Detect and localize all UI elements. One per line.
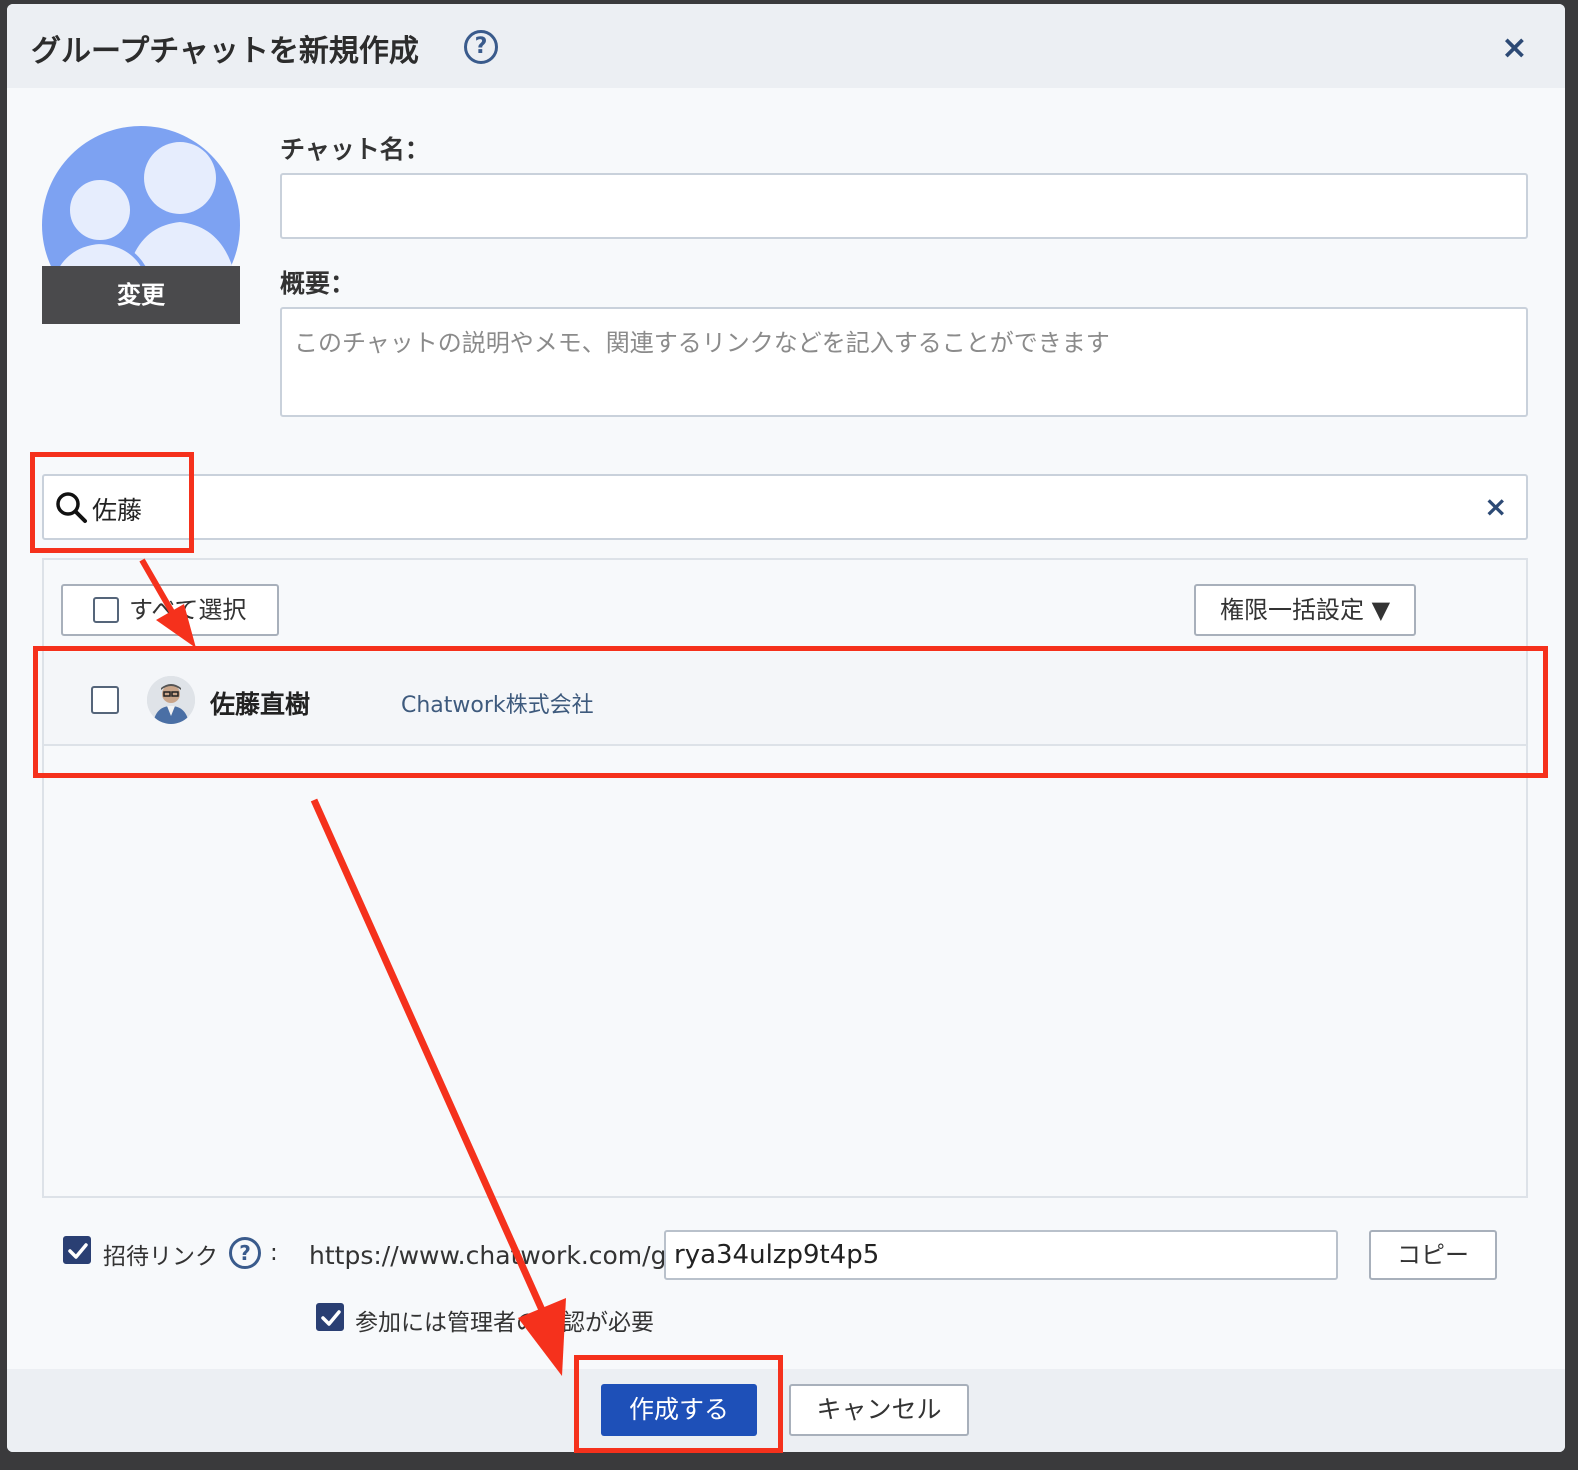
arrow-line-2 <box>310 798 546 1312</box>
arrow-line-1 <box>139 558 175 614</box>
arrowhead-2 <box>518 1298 566 1376</box>
annotation-arrows <box>139 558 566 1376</box>
arrowhead-1 <box>156 604 196 648</box>
